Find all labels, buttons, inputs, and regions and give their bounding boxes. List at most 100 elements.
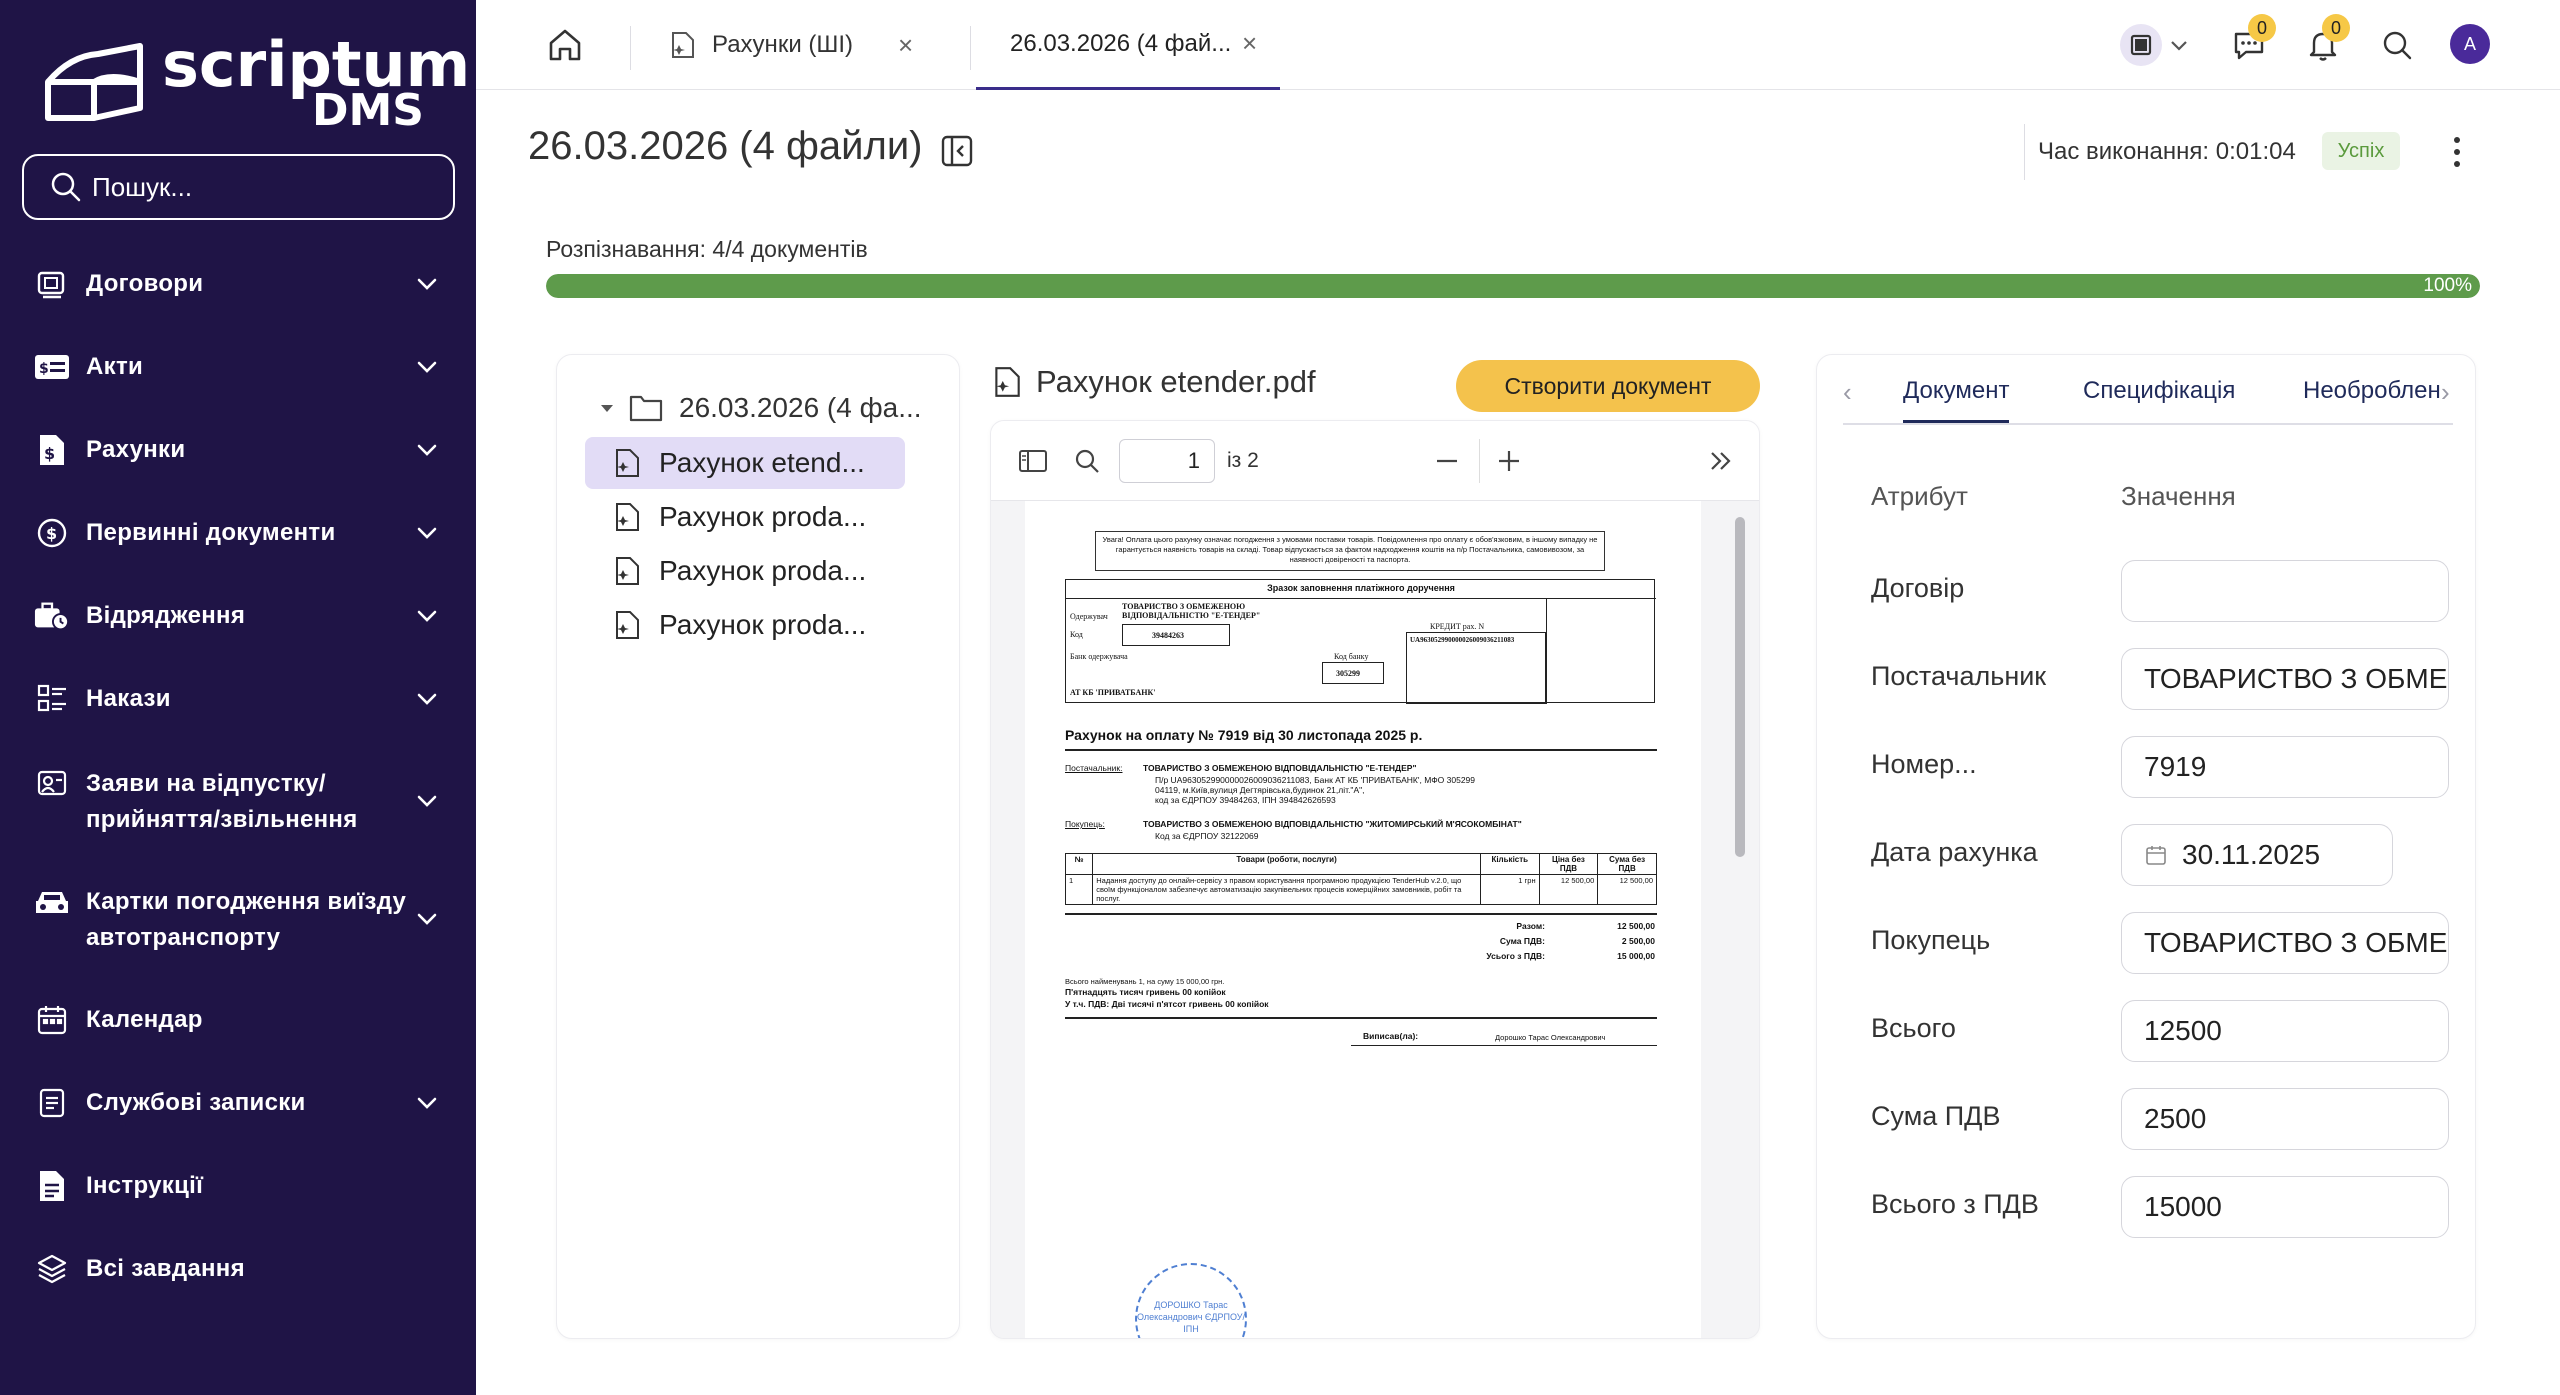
sidebar-item-hr-requests[interactable]: Заяви на відпустку/ прийняття/звільнення [0,766,476,836]
close-icon[interactable]: × [1242,28,1257,59]
sidebar-item-label: Відрядження [86,602,246,629]
chevron-down-icon [417,278,437,290]
more-options-icon[interactable] [2442,132,2472,172]
supplier-field[interactable]: ТОВАРИСТВО З ОБМЕ [2121,648,2449,710]
double-chevron-right-icon[interactable] [1703,443,1739,479]
sidebar-item-label: Рахунки [86,436,186,463]
field-label-contract: Договір [1871,573,1965,603]
search-button[interactable]: Пошук... [22,154,455,220]
sidebar-item-all-tasks[interactable]: Всі завдання [0,1251,476,1287]
sidebar-item-orders[interactable]: Накази [0,681,476,717]
tree-file-label: Рахунок proda... [659,501,867,532]
tree-file-item[interactable]: Рахунок proda... [585,491,905,543]
tabs-scroll-left-icon[interactable]: ‹ [1843,377,1852,408]
supplier-name: ТОВАРИСТВО З ОБМЕЖЕНОЮ ВІДПОВІДАЛЬНІСТЮ … [1143,763,1417,773]
payment-form: Зразок заповнення платіжного доручення О… [1065,579,1656,704]
col-qty: Кількість [1479,853,1540,875]
doc-notice: Увага! Оплата цього рахунку означає пого… [1095,531,1605,571]
page-count: із 2 [1227,449,1259,472]
tab-unprocessed[interactable]: Необроблен [2303,377,2441,423]
tabs-underline [1843,423,2453,425]
invoice-icon: $ [34,432,70,468]
code-value: 39484263 [1152,631,1184,640]
row-goods: Надання доступу до онлайн-сервісу з прав… [1092,874,1481,905]
col-price: Ціна без ПДВ [1538,853,1599,875]
alerts-count-badge: 0 [2322,14,2350,42]
supplier-line-3: 04119, м.Київ,вулиця Дегтярівська,будино… [1155,785,1365,795]
sidebar-item-label: Первинні документи [86,519,336,546]
sidebar-item-invoices[interactable]: $ Рахунки [0,432,476,468]
buyer-field[interactable]: ТОВАРИСТВО З ОБМЕ [2121,912,2449,974]
amount-words: П'ятнадцять тисяч гривень 00 копійок [1065,987,1226,997]
home-icon[interactable] [544,24,586,66]
total-with-vat-field[interactable]: 15000 [2121,1176,2449,1238]
contract-field[interactable] [2121,560,2449,622]
pdf-scrollbar[interactable] [1735,517,1745,857]
search-icon[interactable] [2376,24,2418,66]
viewer-title: Рахунок etender.pdf [990,364,1316,400]
tabs-scroll-right-icon[interactable]: › [2441,377,2450,408]
zoom-out-icon[interactable] [1429,443,1465,479]
search-icon[interactable] [1069,443,1105,479]
orders-icon [34,681,70,717]
invoice-date-field[interactable]: 30.11.2025 [2121,824,2393,886]
tree-root-folder[interactable]: 26.03.2026 (4 фа... [597,383,922,433]
total-field[interactable]: 12500 [2121,1000,2449,1062]
sidebar-item-acts[interactable]: $ Акти [0,349,476,385]
sidebar-item-vehicle-cards[interactable]: Картки погодження виїзду автотранспорту [0,884,476,954]
invoice-title: Рахунок на оплату № 7919 від 30 листопад… [1065,727,1423,743]
field-label-number: Номер... [1871,749,1977,779]
memo-icon [34,1085,70,1121]
caret-down-icon[interactable] [597,398,617,418]
sidebar-item-business-trips[interactable]: Відрядження [0,598,476,634]
act-icon: $ [34,349,70,385]
col-no: № [1064,853,1094,875]
sidebar-item-primary-docs[interactable]: $ Первинні документи [0,515,476,551]
chevron-down-icon[interactable] [2166,24,2192,66]
pdf-viewer: 1 із 2 Увага! Оплата цього рахунку означ… [990,420,1760,1339]
tab-invoices-ai[interactable]: Рахунки (ШІ) × [668,0,924,90]
col-goods: Товари (роботи, послуги) [1092,853,1481,875]
view-mode-toggle[interactable] [2120,24,2162,66]
vat-field[interactable]: 2500 [2121,1088,2449,1150]
brand-sub: DMS [312,85,424,136]
chevron-down-icon [417,913,437,925]
tree-file-item[interactable]: Рахунок proda... [585,599,905,651]
tab-divider [630,26,631,70]
attributes-panel: ‹ Документ Специфікація Необроблен › Атр… [1816,354,2476,1339]
sidebar-item-contracts[interactable]: Договори [0,266,476,302]
contract-icon [34,266,70,302]
progress-label: Розпізнавання: 4/4 документів [546,236,868,262]
row-price: 12 500,00 [1538,874,1599,905]
create-document-button[interactable]: Створити документ [1456,360,1760,412]
recipient-label: Одержувач [1070,612,1108,621]
page-number-input[interactable]: 1 [1119,439,1215,483]
collapse-panel-icon[interactable] [940,134,974,168]
totals-labels: Разом: Сума ПДВ: Усього з ПДВ: [1425,919,1545,964]
sidebar-item-memos[interactable]: Службові записки [0,1085,476,1121]
sidebar-toggle-icon[interactable] [1015,443,1051,479]
tab-current-batch[interactable]: 26.03.2026 (4 фай... × [976,0,1280,90]
sidebar-item-label: Договори [86,270,204,297]
zoom-in-icon[interactable] [1491,443,1527,479]
sidebar-item-instructions[interactable]: Інструкції [0,1168,476,1204]
number-field[interactable]: 7919 [2121,736,2449,798]
tree-file-item[interactable]: Рахунок proda... [585,545,905,597]
sidebar-item-calendar[interactable]: Календар [0,1002,476,1038]
progress-fill [546,274,2480,298]
hr-icon [34,766,70,802]
tab-specification[interactable]: Специфікація [2083,377,2235,423]
app-logo[interactable]: scriptum DMS [34,30,470,136]
tree-file-item[interactable]: Рахунок etend... [585,437,905,489]
payment-form-title: Зразок заповнення платіжного доручення [1267,583,1455,593]
tab-document[interactable]: Документ [1903,377,2010,423]
row-sum: 12 500,00 [1597,874,1657,905]
close-icon[interactable]: × [898,30,913,61]
sidebar-item-label: Календар [86,1006,203,1033]
tree-file-label: Рахунок etend... [659,447,865,478]
title-rule [1065,749,1657,751]
supplier-line-4: код за ЄДРПОУ 39484263, ІПН 394842626593 [1155,795,1336,805]
chevron-down-icon [417,693,437,705]
avatar[interactable]: A [2450,24,2490,64]
recipient-name: ТОВАРИСТВО З ОБМЕЖЕНОЮ ВІДПОВІДАЛЬНІСТЮ … [1122,602,1261,620]
